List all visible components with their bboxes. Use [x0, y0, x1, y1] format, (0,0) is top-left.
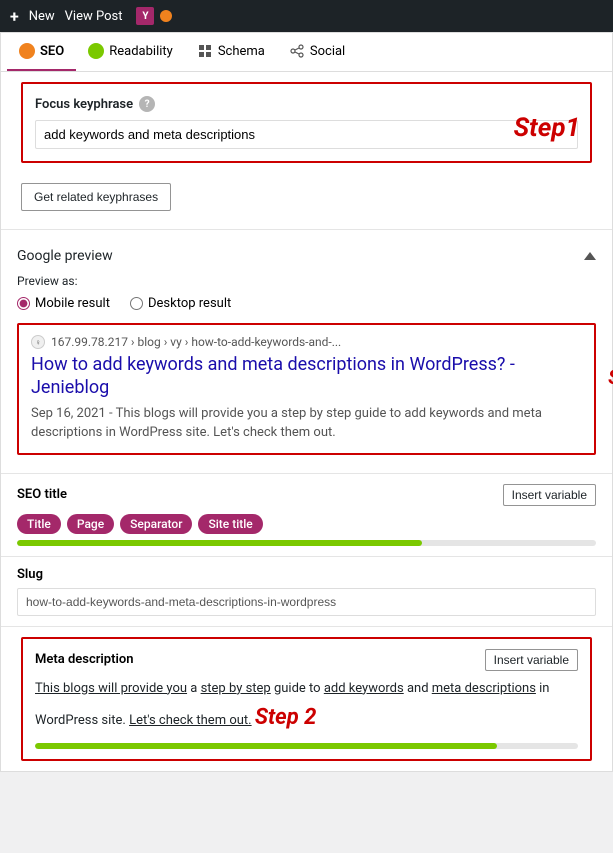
- get-related-keyphrases-button[interactable]: Get related keyphrases: [21, 183, 171, 211]
- seo-title-progress: [17, 540, 596, 546]
- insert-variable-meta-button[interactable]: Insert variable: [485, 649, 578, 671]
- help-icon[interactable]: ?: [139, 96, 155, 112]
- google-preview-title: Google preview: [17, 248, 113, 264]
- orange-dot: [160, 10, 172, 22]
- tab-seo[interactable]: SEO: [7, 33, 76, 71]
- chip-page[interactable]: Page: [67, 514, 114, 534]
- focus-keyphrase-input[interactable]: [35, 120, 578, 149]
- step1-label: Step1: [514, 113, 580, 143]
- google-preview-section: Google preview Preview as: Mobile result…: [1, 234, 612, 474]
- meta-description-wrapper: Meta description Insert variable This bl…: [11, 637, 602, 761]
- seo-chips: Title Page Separator Site title: [17, 514, 596, 534]
- preview-url-line: ♀ 167.99.78.217 › blog › vy › how-to-add…: [31, 335, 582, 349]
- meta-progress-fill: [35, 743, 497, 749]
- google-preview-card: ♀ 167.99.78.217 › blog › vy › how-to-add…: [17, 323, 596, 455]
- meta-header: Meta description Insert variable: [35, 649, 578, 671]
- tab-readability[interactable]: Readability: [76, 33, 185, 71]
- slug-section: Slug: [1, 557, 612, 627]
- preview-radio-group: Mobile result Desktop result: [17, 296, 596, 311]
- preview-as-label: Preview as:: [17, 274, 596, 288]
- focus-keyphrase-section: Focus keyphrase ? Step1: [21, 82, 592, 163]
- social-share-icon: [289, 43, 305, 59]
- step3-label: Step 3: [608, 365, 613, 413]
- preview-description: Sep 16, 2021 - This blogs will provide y…: [31, 404, 582, 443]
- meta-text-content: This blogs will provide you a step by st…: [35, 679, 578, 735]
- schema-grid-icon: [197, 43, 213, 59]
- seo-title-label: SEO title: [17, 487, 67, 502]
- slug-label: Slug: [17, 567, 596, 582]
- meta-progress: [35, 743, 578, 749]
- tabs: SEO Readability Schema: [1, 33, 612, 72]
- seo-title-section: SEO title Insert variable Title Page Sep…: [1, 474, 612, 557]
- top-bar: + New View Post Y: [0, 0, 613, 32]
- chip-separator[interactable]: Separator: [120, 514, 192, 534]
- tab-social[interactable]: Social: [277, 33, 357, 71]
- new-button[interactable]: New: [29, 9, 55, 24]
- seo-title-header: SEO title Insert variable: [17, 484, 596, 506]
- favicon-icon: ♀: [31, 335, 45, 349]
- view-post-link[interactable]: View Post: [65, 9, 123, 24]
- tab-schema[interactable]: Schema: [185, 33, 277, 71]
- new-plus-icon: +: [10, 7, 19, 26]
- yoast-icon: Y: [136, 7, 154, 25]
- seo-title-progress-fill: [17, 540, 422, 546]
- preview-title-link[interactable]: How to add keywords and meta description…: [31, 353, 582, 400]
- slug-input[interactable]: [17, 588, 596, 616]
- desktop-radio-label[interactable]: Desktop result: [130, 296, 231, 311]
- main-panel: SEO Readability Schema: [0, 32, 613, 772]
- google-preview-header: Google preview: [17, 248, 596, 264]
- focus-keyphrase-label: Focus keyphrase ?: [35, 96, 578, 112]
- meta-description-label: Meta description: [35, 652, 133, 667]
- related-keyphrases-area: Get related keyphrases: [1, 173, 612, 225]
- step2-label: Step 2: [255, 705, 317, 730]
- meta-description-section: Meta description Insert variable This bl…: [21, 637, 592, 761]
- mobile-radio-label[interactable]: Mobile result: [17, 296, 110, 311]
- readability-dot-icon: [88, 43, 104, 59]
- insert-variable-seo-button[interactable]: Insert variable: [503, 484, 596, 506]
- chip-title[interactable]: Title: [17, 514, 61, 534]
- collapse-button[interactable]: [584, 252, 596, 260]
- yoast-area: Y: [136, 7, 172, 25]
- desktop-radio[interactable]: [130, 297, 143, 310]
- chip-site-title[interactable]: Site title: [198, 514, 262, 534]
- seo-dot-icon: [19, 43, 35, 59]
- mobile-radio[interactable]: [17, 297, 30, 310]
